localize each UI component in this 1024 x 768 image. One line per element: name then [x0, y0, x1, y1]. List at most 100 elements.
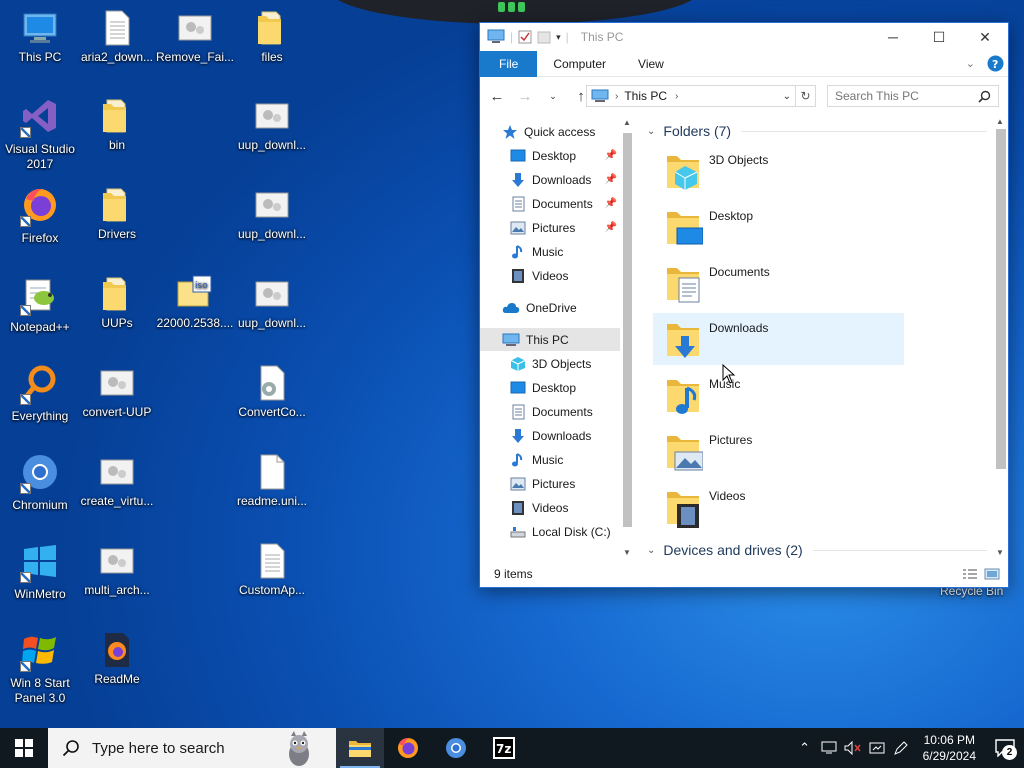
back-arrow-icon[interactable]: ← — [488, 88, 506, 105]
taskbar-file-explorer[interactable] — [336, 728, 384, 768]
desktop-icon-uups[interactable]: UUPs — [77, 274, 157, 331]
scroll-down-icon[interactable]: ▼ — [623, 548, 631, 557]
desktop-icon-readme-unix[interactable]: readme.uni... — [232, 452, 312, 509]
nav-pc-pictures[interactable]: Pictures — [510, 472, 620, 495]
desktop-icon-label: bin — [108, 138, 125, 152]
details-view-icon[interactable] — [962, 568, 978, 580]
recent-locations-icon[interactable]: ⌄ — [544, 91, 562, 102]
start-button[interactable] — [0, 728, 48, 768]
title-bar[interactable]: | ▾ | This PC ─ ☐ ✕ — [480, 23, 1008, 51]
search-icon — [62, 740, 79, 757]
desktop-icon-label: 22000.2538.... — [156, 316, 234, 330]
desktop-icon-win8-start-panel[interactable]: Win 8 Start Panel 3.0 — [0, 630, 80, 706]
search-box[interactable]: Search This PC — [827, 85, 999, 107]
nav-pc-documents[interactable]: Documents — [510, 400, 620, 423]
properties-icon[interactable] — [518, 30, 532, 44]
desktop-icon-chromium[interactable]: Chromium — [0, 452, 80, 513]
clock[interactable]: 10:06 PM 6/29/2024 — [913, 732, 986, 764]
desktop-icon-remove-fai[interactable]: Remove_Fai... — [155, 8, 235, 65]
visual-studio-icon — [23, 100, 56, 132]
nav-qa-pictures[interactable]: Pictures 📌 — [510, 216, 620, 239]
help-icon[interactable]: ? — [987, 55, 1004, 72]
desktop-icon-convert-uup[interactable]: convert-UUP — [77, 363, 157, 420]
nav-pc-videos[interactable]: Videos — [510, 496, 620, 519]
customize-toolbar-dropdown-icon[interactable]: ▾ — [556, 32, 561, 43]
scroll-down-icon[interactable]: ▼ — [996, 548, 1004, 557]
address-path: This PC — [624, 89, 668, 103]
desktop-icon-iso[interactable]: iso 22000.2538.... — [155, 274, 235, 331]
expand-ribbon-icon[interactable]: ⌄ — [966, 57, 975, 70]
nav-onedrive[interactable]: OneDrive — [502, 296, 635, 319]
group-header-folders[interactable]: ⌄ Folders (7) — [647, 123, 987, 139]
desktop-icon-aria2[interactable]: aria2_down... — [77, 8, 157, 65]
display-settings-icon[interactable] — [865, 741, 889, 755]
folder-item-pictures[interactable]: Pictures — [653, 425, 904, 477]
minimize-button[interactable]: ─ — [870, 23, 916, 51]
refresh-button[interactable]: ↻ — [796, 85, 816, 107]
scroll-up-icon[interactable]: ▲ — [996, 117, 1004, 126]
desktop-icon-visual-studio[interactable]: Visual Studio 2017 — [0, 96, 80, 172]
pen-tool-icon[interactable] — [889, 740, 913, 756]
group-header-devices[interactable]: ⌄ Devices and drives (2) — [647, 542, 987, 558]
nav-quick-access[interactable]: Quick access — [502, 120, 635, 143]
desktop-icon-bin[interactable]: bin — [77, 96, 157, 153]
show-hidden-icons-chevron-icon[interactable]: ⌃ — [793, 740, 817, 756]
nav-qa-music[interactable]: Music — [510, 240, 620, 263]
desktop-icon-label: uup_downl... — [237, 138, 307, 152]
desktop-icon-uup-download-2[interactable]: uup_downl... — [232, 185, 312, 242]
taskbar-7zip[interactable]: 7z — [480, 728, 528, 768]
volume-muted-icon[interactable] — [841, 741, 865, 755]
desktop-icon-notepad-plus-plus[interactable]: Notepad++ — [0, 274, 80, 335]
nav-pc-3d-objects[interactable]: 3D Objects — [510, 352, 620, 375]
desktop-icon-this-pc[interactable]: This PC — [0, 8, 80, 65]
desktop-icon-uup-download-1[interactable]: uup_downl... — [232, 96, 312, 153]
nav-qa-videos[interactable]: Videos — [510, 264, 620, 287]
desktop-icon-create-virtual[interactable]: create_virtu... — [77, 452, 157, 509]
desktop-icon-files[interactable]: files — [232, 8, 312, 65]
address-bar-row: ← → ⌄ ↑ › This PC › ⌄ ↻ Search This PC — [480, 77, 1008, 115]
desktop-icon-firefox[interactable]: Firefox — [0, 185, 80, 246]
folder-item-documents[interactable]: Documents — [653, 257, 904, 309]
desktop-icon-winmetro[interactable]: WinMetro — [0, 541, 80, 602]
nav-qa-documents[interactable]: Documents 📌 — [510, 192, 620, 215]
large-icons-view-icon[interactable] — [984, 568, 1000, 580]
navigation-scrollbar[interactable]: ▲ ▼ — [620, 115, 636, 560]
desktop-icon-readme[interactable]: ReadMe — [77, 630, 157, 687]
nav-qa-desktop[interactable]: Desktop 📌 — [510, 144, 620, 167]
address-dropdown-icon[interactable]: ⌄ — [783, 91, 791, 102]
folder-item-downloads[interactable]: Downloads — [653, 313, 904, 365]
desktop-icon-drivers[interactable]: Drivers — [77, 185, 157, 242]
scrollbar-thumb[interactable] — [623, 133, 632, 527]
forward-arrow-icon[interactable]: → — [516, 88, 534, 105]
nav-pc-local-disk[interactable]: Local Disk (C:) — [510, 520, 620, 543]
desktop-icon-custom-appx[interactable]: CustomAp... — [232, 541, 312, 598]
network-icon[interactable] — [817, 741, 841, 755]
taskbar-chromium[interactable] — [432, 728, 480, 768]
desktop-icon-uup-download-3[interactable]: uup_downl... — [232, 274, 312, 331]
tab-view[interactable]: View — [622, 51, 680, 77]
address-box[interactable]: › This PC › ⌄ — [586, 85, 796, 107]
content-scrollbar[interactable]: ▲ ▼ — [993, 115, 1009, 560]
folder-item-desktop[interactable]: Desktop — [653, 201, 904, 253]
desktop-icon-multi-arch[interactable]: multi_arch... — [77, 541, 157, 598]
tab-file[interactable]: File — [480, 50, 538, 77]
folder-item-3d-objects[interactable]: 3D Objects — [653, 145, 904, 197]
desktop-icon-everything[interactable]: Everything — [0, 363, 80, 424]
tab-computer[interactable]: Computer — [537, 51, 622, 77]
folder-item-videos[interactable]: Videos — [653, 481, 904, 533]
maximize-button[interactable]: ☐ — [916, 23, 962, 51]
scrollbar-thumb[interactable] — [996, 129, 1006, 469]
taskbar-search-box[interactable]: Type here to search — [48, 728, 336, 768]
scroll-up-icon[interactable]: ▲ — [623, 118, 631, 127]
nav-pc-desktop[interactable]: Desktop — [510, 376, 620, 399]
folder-item-music[interactable]: Music — [653, 369, 904, 421]
action-center-button[interactable]: 2 — [986, 728, 1024, 768]
nav-this-pc[interactable]: This PC — [480, 328, 620, 351]
nav-pc-downloads[interactable]: Downloads — [510, 424, 620, 447]
new-folder-icon[interactable] — [537, 30, 551, 44]
nav-pc-music[interactable]: Music — [510, 448, 620, 471]
close-button[interactable]: ✕ — [962, 23, 1008, 51]
taskbar-firefox[interactable] — [384, 728, 432, 768]
desktop-icon-convert-config[interactable]: ConvertCo... — [232, 363, 312, 420]
nav-qa-downloads[interactable]: Downloads 📌 — [510, 168, 620, 191]
